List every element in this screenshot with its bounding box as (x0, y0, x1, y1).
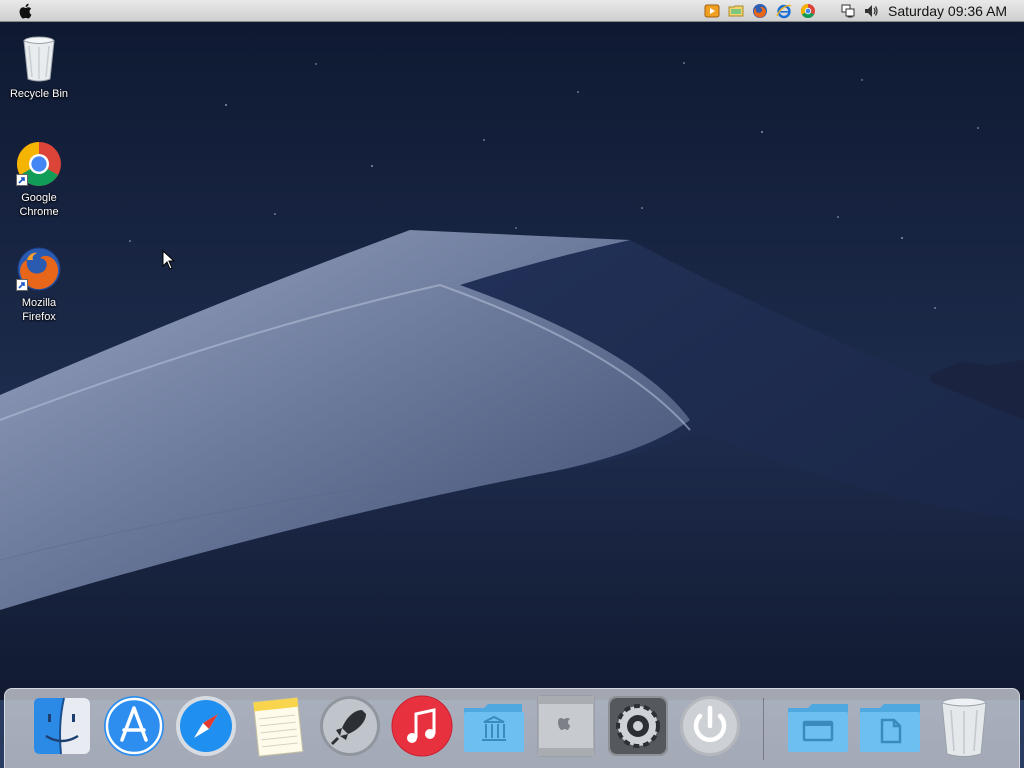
desktop-icon-recycle-bin[interactable]: Recycle Bin (4, 34, 74, 101)
recycle-bin-icon (23, 36, 55, 82)
desktop-wallpaper (0, 0, 1024, 768)
system-preferences-icon (608, 696, 668, 756)
applications-folder-icon (464, 704, 524, 752)
power-icon (680, 696, 740, 756)
desktop-icon-label: Google Chrome (19, 192, 59, 218)
dock-item-desktop-folder[interactable] (786, 694, 850, 760)
itunes-icon (391, 695, 453, 757)
dock-item-finder[interactable] (30, 694, 94, 760)
mac-pro-icon (537, 695, 595, 757)
dock-item-applications-folder[interactable] (462, 694, 526, 760)
notes-icon (252, 697, 304, 757)
file-manager-icon[interactable] (728, 3, 744, 19)
chrome-icon[interactable] (800, 3, 816, 19)
shortcut-arrow-icon (16, 279, 28, 291)
desktop-icon-mozilla-firefox[interactable]: Mozilla Firefox (4, 245, 74, 324)
safari-icon (176, 696, 236, 756)
internet-explorer-icon[interactable] (776, 3, 792, 19)
dock-divider (763, 698, 764, 760)
dock-item-launchpad[interactable] (318, 694, 382, 760)
network-icon[interactable] (840, 3, 856, 19)
dock-item-power[interactable] (678, 694, 742, 760)
mouse-cursor-icon (162, 250, 176, 270)
desktop-icon-label: Recycle Bin (9, 88, 69, 100)
finder-icon (34, 697, 90, 755)
desktop-icon-google-chrome[interactable]: Google Chrome (4, 140, 74, 219)
documents-folder-icon (860, 704, 920, 752)
app-store-icon (104, 696, 164, 756)
dock-item-itunes[interactable] (390, 694, 454, 760)
desktop-icon-label: Mozilla Firefox (21, 297, 57, 323)
dock-item-mac-pro[interactable] (534, 694, 598, 760)
apple-icon[interactable] (17, 2, 35, 20)
dock-item-notes[interactable] (246, 694, 310, 760)
launchpad-icon (320, 696, 380, 756)
dock-item-safari[interactable] (174, 694, 238, 760)
dock-item-trash[interactable] (932, 694, 996, 760)
dock-item-documents-folder[interactable] (858, 694, 922, 760)
volume-icon[interactable] (863, 3, 879, 19)
shortcut-arrow-icon (16, 174, 28, 186)
menu-clock[interactable]: Saturday 09:36 AM (888, 3, 1007, 19)
dock-item-system-preferences[interactable] (606, 694, 670, 760)
firefox-icon[interactable] (752, 3, 768, 19)
menu-bar: Saturday 09:36 AM (0, 0, 1024, 22)
desktop-folder-icon (788, 704, 848, 752)
media-player-icon[interactable] (704, 3, 720, 19)
trash-icon (941, 697, 987, 757)
dock-item-app-store[interactable] (102, 694, 166, 760)
